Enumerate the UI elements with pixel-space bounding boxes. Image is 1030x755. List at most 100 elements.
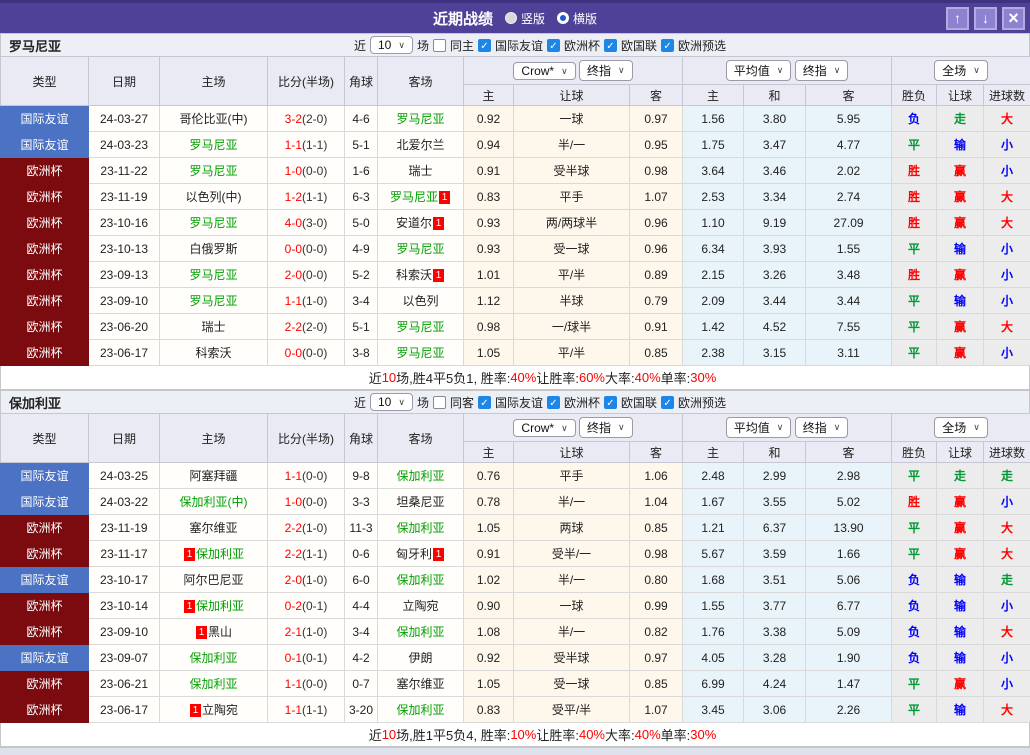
move-up-button[interactable]: ↑ [946,7,969,30]
final-odds-select-2[interactable]: 终指∨ [795,417,849,438]
handicap-result: 走 [937,463,984,489]
bookmaker-select[interactable]: Crow*∨ [513,419,575,437]
recent-count-select[interactable]: 10 ∨ [370,393,413,411]
league-checkbox-nationsleague[interactable]: ✓ [604,39,617,52]
layout-radio-vertical[interactable]: 竖版 [505,10,545,27]
league-label-friendly: 国际友谊 [495,394,543,411]
match-row: 国际友谊24-03-22保加利亚(中)1-0(0-0)3-3坦桑尼亚0.78半/… [1,489,1030,515]
outcome-result: 胜 [892,158,937,184]
scope-select[interactable]: 全场∨ [934,60,988,81]
final-odds-value: 终指 [587,419,611,436]
same-home-checkbox[interactable] [433,39,446,52]
match-score: 2-0(1-0) [268,567,345,593]
euro-home-odds: 1.68 [683,567,744,593]
match-type-badge: 欧洲杯 [1,697,89,723]
home-team: 科索沃 [160,340,268,366]
radio-unselected-icon[interactable] [505,12,517,24]
summary-stat-label: 场,胜1平5负4, 胜率: [396,725,510,744]
goals-result: 大 [984,541,1030,567]
league-label-nationsleague: 欧国联 [621,394,657,411]
close-button[interactable]: × [1002,7,1025,30]
recent-count-select[interactable]: 10 ∨ [370,36,413,54]
match-row: 欧洲杯23-10-141保加利亚0-2(0-1)4-4立陶宛0.90一球0.99… [1,593,1030,619]
match-score: 1-2(1-1) [268,184,345,210]
euro-draw-odds: 9.19 [744,210,806,236]
asian-home-odds: 0.91 [464,541,514,567]
check-icon: ✓ [480,398,488,409]
filter-bar: 近 10 ∨ 场 同主 ✓ 国际友谊 ✓ 欧洲杯 ✓ 欧国联 ✓ 欧洲预选 [354,36,726,54]
euro-draw-odds: 3.93 [744,236,806,262]
summary-stat-label: 大率: [605,368,635,387]
radio-selected-icon[interactable] [557,12,569,24]
league-checkbox-friendly[interactable]: ✓ [478,39,491,52]
league-checkbox-qualifier[interactable]: ✓ [661,396,674,409]
summary-stat-label: 单率: [661,368,691,387]
league-checkbox-nationsleague[interactable]: ✓ [604,396,617,409]
euro-home-odds: 3.45 [683,697,744,723]
corner-score: 4-9 [345,236,378,262]
bookmaker-select[interactable]: Crow*∨ [513,62,575,80]
results-table: 类型 日期 主场 比分(半场) 角球 客场 Crow*∨ 终指∨ 平均值∨ 终指… [0,413,1030,723]
chevron-down-icon: ∨ [973,423,980,432]
match-type-badge: 欧洲杯 [1,236,89,262]
outcome-result: 平 [892,515,937,541]
asian-home-odds: 1.01 [464,262,514,288]
summary-stat-label: 场,胜4平5负1, 胜率: [396,368,510,387]
euro-away-odds: 13.90 [806,515,892,541]
chevron-down-icon: ∨ [777,423,784,432]
handicap-result: 输 [937,288,984,314]
euro-draw-odds: 4.52 [744,314,806,340]
final-odds-select[interactable]: 终指∨ [579,60,633,81]
col-away: 客场 [378,414,464,463]
layout-radio-horizontal[interactable]: 横版 [557,10,597,27]
match-score: 0-1(0-1) [268,645,345,671]
col-date: 日期 [89,414,160,463]
average-select[interactable]: 平均值∨ [726,60,792,81]
team-name: 保加利亚 [9,393,61,412]
same-home-label: 同主 [450,37,474,54]
results-rows: 国际友谊24-03-25阿塞拜疆1-1(0-0)9-8保加利亚0.76平手1.0… [1,463,1030,723]
euro-home-odds: 1.42 [683,314,744,340]
league-label-eurocup: 欧洲杯 [564,37,600,54]
match-row: 欧洲杯23-06-20瑞士2-2(2-0)5-1罗马尼亚0.98一/球半0.91… [1,314,1030,340]
corner-score: 1-6 [345,158,378,184]
average-select[interactable]: 平均值∨ [726,417,792,438]
goals-result: 大 [984,210,1030,236]
summary-stat-value: 10% [510,727,536,742]
recent-count-value: 10 [378,395,391,409]
goals-result: 大 [984,515,1030,541]
same-away-checkbox[interactable] [433,396,446,409]
euro-away-odds: 1.47 [806,671,892,697]
goals-result: 小 [984,593,1030,619]
league-checkbox-eurocup[interactable]: ✓ [547,396,560,409]
col-away: 客场 [378,57,464,106]
euro-away-odds: 1.90 [806,645,892,671]
match-type-badge: 欧洲杯 [1,210,89,236]
asian-home-odds: 0.90 [464,593,514,619]
final-odds-select-2[interactable]: 终指∨ [795,60,849,81]
subcol-euro-away: 客 [806,442,892,463]
handicap-result: 赢 [937,489,984,515]
check-icon: ✓ [663,41,671,52]
move-down-button[interactable]: ↓ [974,7,997,30]
final-odds-select[interactable]: 终指∨ [579,417,633,438]
scope-select[interactable]: 全场∨ [934,417,988,438]
euro-away-odds: 1.55 [806,236,892,262]
handicap-result: 赢 [937,262,984,288]
league-checkbox-eurocup[interactable]: ✓ [547,39,560,52]
asian-handicap: 平/半 [514,262,630,288]
subcol-asian-away: 客 [630,442,683,463]
euro-home-odds: 1.67 [683,489,744,515]
match-row: 欧洲杯23-11-22罗马尼亚1-0(0-0)1-6瑞士0.91受半球0.983… [1,158,1030,184]
league-checkbox-qualifier[interactable]: ✓ [661,39,674,52]
asian-away-odds: 0.96 [630,210,683,236]
away-team: 罗马尼亚 [378,340,464,366]
chevron-down-icon: ∨ [561,424,568,433]
euro-home-odds: 2.15 [683,262,744,288]
league-checkbox-friendly[interactable]: ✓ [478,396,491,409]
away-team: 匈牙利1 [378,541,464,567]
euro-draw-odds: 3.38 [744,619,806,645]
goals-result: 走 [984,463,1030,489]
goals-result: 小 [984,132,1030,158]
final-odds-value-2: 终指 [803,419,827,436]
